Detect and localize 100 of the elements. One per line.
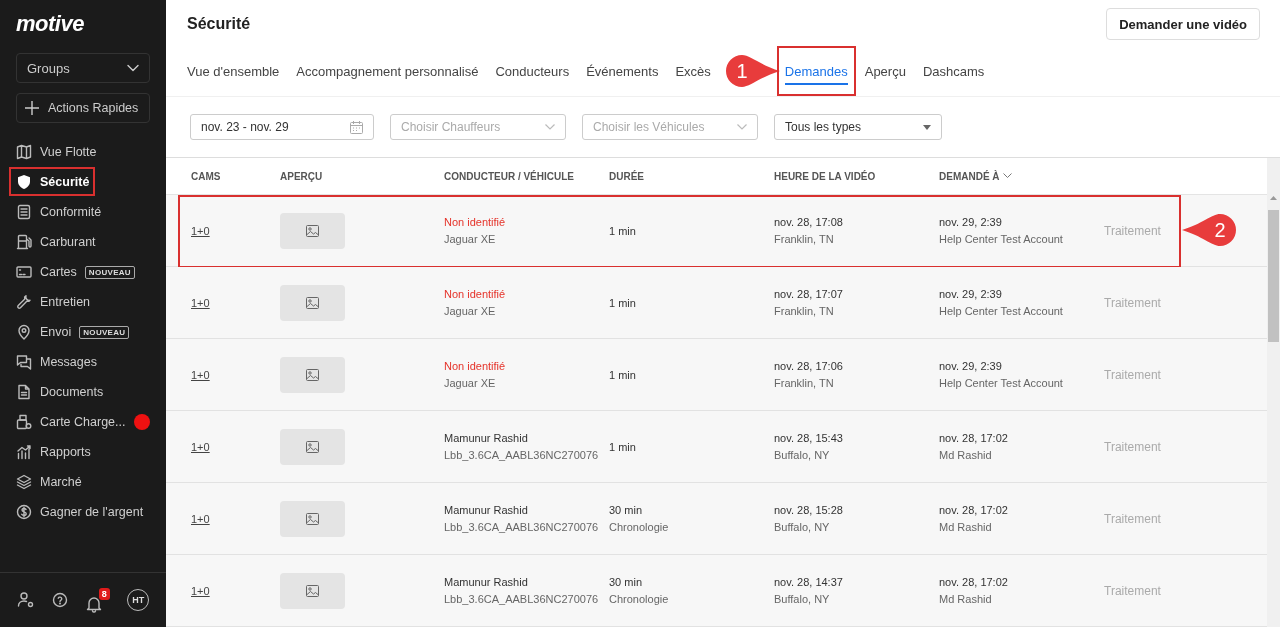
cameras-link[interactable]: 1+0 — [191, 224, 210, 237]
requested-time: nov. 29, 2:39 — [939, 288, 1002, 301]
notifications-button[interactable]: 8 — [85, 587, 110, 613]
tab[interactable]: Demandes — [778, 48, 854, 94]
requested-time: nov. 29, 2:39 — [939, 216, 1002, 229]
sidebar-item[interactable]: Cartes NOUVEAU — [0, 257, 166, 287]
sidebar-item[interactable]: Documents — [0, 377, 166, 407]
requested-time: nov. 29, 2:39 — [939, 360, 1002, 373]
logo[interactable]: motive — [0, 0, 166, 43]
image-icon — [306, 296, 319, 309]
tab[interactable]: Événements — [586, 46, 659, 96]
image-icon — [306, 368, 319, 381]
sidebar-item[interactable]: Carburant — [0, 227, 166, 257]
dollar-icon — [16, 504, 32, 520]
chevron-down-icon — [127, 64, 139, 72]
sidebar-item[interactable]: Sécurité — [0, 167, 166, 197]
status-text: Traitement — [1104, 223, 1161, 238]
duration: 1 min — [609, 296, 636, 309]
sidebar-item[interactable]: Gagner de l'argent — [0, 497, 166, 527]
sidebar-item[interactable]: Conformité — [0, 197, 166, 227]
sidebar-item[interactable]: Envoi NOUVEAU — [0, 317, 166, 347]
vehicle-name: Lbb_3.6CA_AABL36NC270076 — [444, 449, 599, 462]
preview-thumbnail[interactable] — [280, 212, 345, 249]
column-header: APERÇU — [280, 170, 324, 182]
dropdown-caret-icon — [923, 124, 931, 130]
cameras-link[interactable]: 1+0 — [191, 440, 210, 453]
preview-thumbnail[interactable] — [280, 356, 345, 393]
cameras-link[interactable]: 1+0 — [191, 512, 210, 525]
scrollbar[interactable] — [1267, 158, 1280, 627]
requested-time: nov. 28, 17:02 — [939, 432, 1008, 445]
preview-thumbnail[interactable] — [280, 428, 345, 465]
user-settings-icon[interactable] — [16, 591, 35, 609]
sidebar-item[interactable]: Rapports — [0, 437, 166, 467]
quick-actions-button[interactable]: Actions Rapides — [16, 93, 150, 123]
sidebar-item[interactable]: Messages — [0, 347, 166, 377]
video-time: nov. 28, 15:43 — [774, 432, 843, 445]
status-text: Traitement — [1104, 295, 1161, 310]
status-text: Traitement — [1104, 511, 1161, 526]
tab[interactable]: Conducteurs — [495, 46, 570, 96]
location: Buffalo, NY — [774, 593, 830, 605]
chevron-down-icon — [737, 124, 747, 130]
requested-time: nov. 28, 17:02 — [939, 504, 1008, 517]
tab[interactable]: Vue d'ensemble — [187, 46, 280, 96]
requested-by: Help Center Test Account — [939, 305, 1063, 318]
tab[interactable]: Accompagnement personnalisé — [296, 46, 479, 96]
cameras-link[interactable]: 1+0 — [191, 368, 210, 381]
chat-icon — [16, 354, 32, 370]
status-text: Traitement — [1104, 367, 1161, 382]
vehicle-name: Jaguar XE — [444, 305, 496, 318]
column-header: HEURE DE LA VIDÉO — [774, 170, 877, 182]
driver-name: Non identifié — [444, 216, 506, 229]
image-icon — [306, 224, 319, 237]
tab[interactable]: Excès — [675, 46, 711, 96]
page-title: Sécurité — [187, 15, 251, 33]
location-pin-icon — [16, 324, 32, 340]
cameras-link[interactable]: 1+0 — [191, 296, 210, 309]
sidebar-item[interactable]: Carte Charge... — [0, 407, 166, 437]
location: Franklin, TN — [774, 233, 834, 246]
preview-thumbnail[interactable] — [280, 284, 345, 321]
sidebar-item[interactable]: Vue Flotte — [0, 137, 166, 167]
sidebar-item[interactable]: Entretien — [0, 287, 166, 317]
column-header: CONDUCTEUR / VÉHICULE — [444, 170, 575, 182]
duration: 1 min — [609, 368, 636, 381]
requested-by: Help Center Test Account — [939, 233, 1063, 246]
location: Buffalo, NY — [774, 449, 830, 462]
timeline-note: Chronologie — [609, 593, 669, 605]
chevron-down-icon — [545, 124, 555, 130]
duration: 1 min — [609, 224, 636, 237]
scrollbar-thumb[interactable] — [1268, 210, 1279, 342]
document-icon — [16, 384, 32, 400]
help-icon[interactable] — [52, 592, 69, 608]
requested-by: Md Rashid — [939, 593, 992, 605]
driver-name: Mamunur Rashid — [444, 432, 528, 445]
requested-by: Md Rashid — [939, 449, 992, 462]
video-time: nov. 28, 15:28 — [774, 504, 843, 517]
preview-thumbnail[interactable] — [280, 572, 345, 609]
tab[interactable]: Aperçu — [864, 46, 906, 96]
status-text: Traitement — [1104, 583, 1161, 598]
column-header[interactable]: DEMANDÉ À — [939, 170, 1104, 182]
vehicle-name: Jaguar XE — [444, 377, 496, 390]
column-header: DURÉE — [609, 170, 645, 182]
scroll-up-icon — [1270, 196, 1277, 200]
shield-icon — [16, 174, 32, 190]
groups-dropdown[interactable]: Groups — [16, 53, 150, 83]
date-range-field[interactable]: nov. 23 - nov. 29 — [190, 114, 374, 140]
location: Franklin, TN — [774, 377, 834, 390]
card-icon — [16, 264, 32, 280]
cameras-link[interactable]: 1+0 — [191, 584, 210, 597]
tab[interactable]: Dashcams — [922, 46, 985, 96]
sidebar-item[interactable]: Marché — [0, 467, 166, 497]
status-text: Traitement — [1104, 439, 1161, 454]
new-badge: NOUVEAU — [84, 265, 135, 279]
layers-icon — [16, 474, 32, 490]
bell-icon — [85, 594, 102, 613]
type-select[interactable]: Tous les types — [774, 114, 942, 140]
video-time: nov. 28, 17:06 — [774, 360, 843, 373]
request-video-button[interactable]: Demander une vidéo — [1106, 8, 1260, 40]
bar-chart-icon — [16, 444, 32, 460]
preview-thumbnail[interactable] — [280, 500, 345, 537]
location: Franklin, TN — [774, 305, 834, 318]
